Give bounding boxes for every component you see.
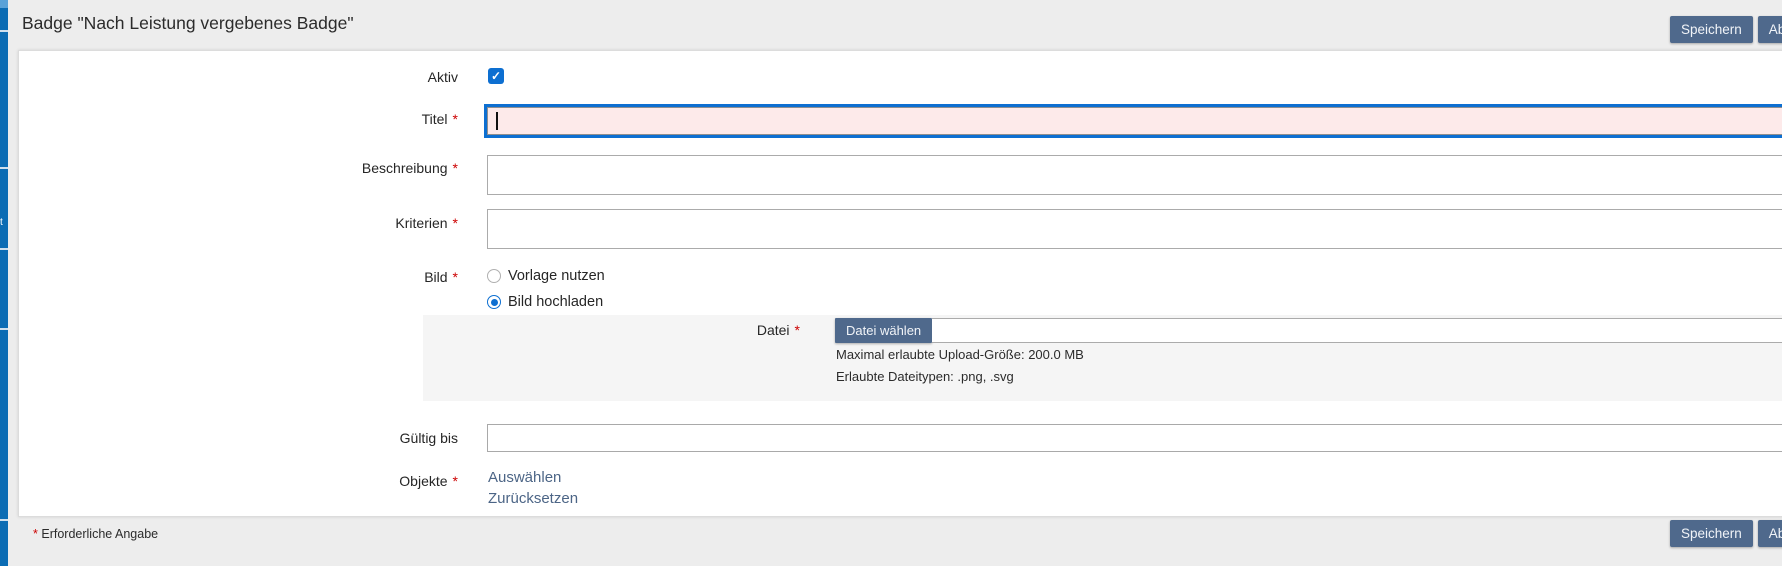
collapsed-sidebar-strip[interactable]: t bbox=[0, 0, 8, 566]
filetype-hint: Erlaubte Dateitypen: .png, .svg bbox=[836, 369, 1014, 384]
sidebar-divider bbox=[0, 519, 8, 521]
sidebar-clipped-text: t bbox=[0, 218, 3, 228]
radio-unchecked-icon bbox=[487, 269, 501, 283]
required-asterisk: * bbox=[795, 322, 800, 338]
sidebar-divider bbox=[0, 30, 8, 32]
auswaehlen-link[interactable]: Auswählen bbox=[488, 469, 578, 486]
required-asterisk: * bbox=[453, 160, 458, 176]
sidebar-divider bbox=[0, 328, 8, 330]
zuruecksetzen-link[interactable]: Zurücksetzen bbox=[488, 490, 578, 507]
titel-label: Titel* bbox=[20, 111, 458, 127]
required-asterisk: * bbox=[453, 111, 458, 127]
required-note: * Erforderliche Angabe bbox=[33, 527, 158, 541]
bild-label: Bild* bbox=[20, 269, 458, 285]
kriterien-textarea[interactable] bbox=[487, 209, 1782, 249]
sidebar-divider bbox=[0, 248, 8, 250]
gueltig-bis-label: Gültig bis bbox=[20, 430, 458, 446]
radio-checked-icon bbox=[487, 295, 501, 309]
radio-bild-hochladen[interactable]: Bild hochladen bbox=[487, 294, 603, 310]
cancel-button-bottom[interactable]: Abbrechen bbox=[1758, 520, 1782, 547]
choose-file-button[interactable]: Datei wählen bbox=[835, 318, 932, 343]
required-asterisk: * bbox=[453, 215, 458, 231]
titel-input[interactable] bbox=[487, 107, 1782, 135]
file-input: Datei wählen bbox=[835, 318, 1782, 343]
sidebar-top-segment bbox=[0, 0, 8, 8]
page-title: Badge "Nach Leistung vergebenes Badge" bbox=[22, 13, 354, 34]
required-asterisk: * bbox=[453, 473, 458, 489]
header-actions: Speichern Abbrechen bbox=[1670, 16, 1782, 43]
objekte-label: Objekte* bbox=[20, 473, 458, 489]
aktiv-checkbox[interactable] bbox=[488, 68, 504, 84]
objekte-links: Auswählen Zurücksetzen bbox=[488, 469, 578, 507]
footer-actions: Speichern Abbrechen bbox=[1670, 520, 1782, 547]
cancel-button[interactable]: Abbrechen bbox=[1758, 16, 1782, 43]
radio-label: Bild hochladen bbox=[508, 294, 603, 310]
sidebar-divider bbox=[0, 167, 8, 169]
save-button-bottom[interactable]: Speichern bbox=[1670, 520, 1753, 547]
required-asterisk: * bbox=[453, 269, 458, 285]
upload-size-hint: Maximal erlaubte Upload-Größe: 200.0 MB bbox=[836, 347, 1084, 362]
file-name-area[interactable] bbox=[932, 318, 1782, 343]
radio-label: Vorlage nutzen bbox=[508, 268, 605, 284]
save-button[interactable]: Speichern bbox=[1670, 16, 1753, 43]
beschreibung-textarea[interactable] bbox=[487, 155, 1782, 195]
gueltig-bis-input[interactable] bbox=[487, 424, 1782, 452]
radio-vorlage-nutzen[interactable]: Vorlage nutzen bbox=[487, 268, 605, 284]
required-asterisk: * bbox=[33, 527, 38, 541]
beschreibung-label: Beschreibung* bbox=[20, 160, 458, 176]
kriterien-label: Kriterien* bbox=[20, 215, 458, 231]
aktiv-label: Aktiv bbox=[20, 69, 458, 85]
datei-label: Datei* bbox=[423, 322, 800, 338]
text-caret bbox=[496, 112, 498, 130]
